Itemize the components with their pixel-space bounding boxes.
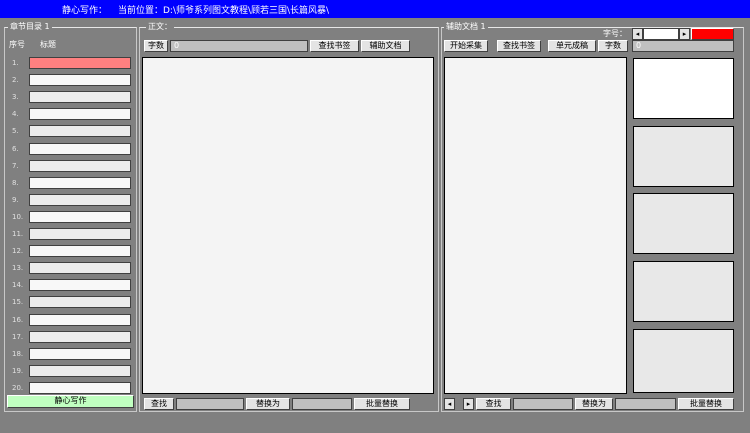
main-replace-with-button[interactable]: 替换为 — [246, 398, 290, 410]
chapter-row-number: 3. — [12, 93, 19, 101]
cell-edit-button[interactable]: 单元成稿 — [548, 40, 596, 52]
chapter-title-input[interactable] — [29, 74, 131, 86]
chapter-row-number: 7. — [12, 162, 19, 170]
chapter-title-input[interactable] — [29, 296, 131, 308]
chapter-title-input[interactable] — [29, 382, 131, 394]
chapter-row-number: 19. — [12, 367, 24, 375]
chapter-row-number: 10. — [12, 213, 24, 221]
chapter-title-input[interactable] — [29, 57, 131, 69]
aux-find-button[interactable]: 查找 — [476, 398, 511, 410]
chapter-title-input[interactable] — [29, 108, 131, 120]
chapter-title-input[interactable] — [29, 177, 131, 189]
write-button[interactable]: 静心写作 — [7, 395, 134, 408]
font-size-label: 字号： — [603, 29, 627, 38]
aux-thumbnail-1[interactable] — [633, 58, 734, 119]
main-find-input[interactable] — [176, 398, 244, 410]
chapter-row-number: 13. — [12, 264, 24, 272]
chapter-row-number: 14. — [12, 281, 24, 289]
chapter-title-input[interactable] — [29, 331, 131, 343]
chapter-row-number: 2. — [12, 76, 19, 84]
main-text-editor[interactable] — [142, 57, 434, 394]
chapter-row-number: 8. — [12, 179, 19, 187]
aux-replace-with-button[interactable]: 替换为 — [575, 398, 613, 410]
chapter-title-input[interactable] — [29, 314, 131, 326]
aux-thumbnail-3[interactable] — [633, 193, 734, 254]
chapter-title-input[interactable] — [29, 211, 131, 223]
chapter-row-number: 5. — [12, 127, 19, 135]
main-wordcount-field: 0 — [170, 40, 308, 52]
chapter-row-number: 4. — [12, 110, 19, 118]
chapter-title-input[interactable] — [29, 160, 131, 172]
column-title-label: 标题 — [40, 40, 56, 49]
exit-button[interactable]: 退出 — [691, 28, 734, 40]
app-title: 静心写作： — [62, 6, 108, 16]
aux-thumbnail-2[interactable] — [633, 126, 734, 187]
main-find-bookmark-button[interactable]: 查找书签 — [310, 40, 359, 52]
chapter-title-input[interactable] — [29, 194, 131, 206]
main-wordcount-button[interactable]: 字数 — [144, 40, 168, 52]
aux-wordcount-button[interactable]: 字数 — [598, 40, 628, 52]
aux-wordcount-field: 0 — [632, 40, 734, 52]
chapter-list-legend: 章节目录 1 — [8, 22, 52, 32]
chapter-title-input[interactable] — [29, 262, 131, 274]
chapter-row-number: 12. — [12, 247, 24, 255]
chapter-title-input[interactable] — [29, 348, 131, 360]
aux-find-bookmark-button[interactable]: 查找书签 — [497, 40, 541, 52]
main-aux-doc-button[interactable]: 辅助文档 — [361, 40, 410, 52]
aux-doc-editor[interactable] — [444, 57, 627, 394]
current-path: 当前位置：D:\师爷系列图文教程\顾若三国\长篇风暴\ — [118, 6, 330, 16]
chapter-row-number: 9. — [12, 196, 19, 204]
chapter-row-number: 6. — [12, 145, 19, 153]
chapter-title-input[interactable] — [29, 245, 131, 257]
chapter-title-input[interactable] — [29, 365, 131, 377]
main-text-legend: 正文： — [146, 22, 174, 32]
chapter-row-number: 20. — [12, 384, 24, 392]
aux-thumbnail-4[interactable] — [633, 261, 734, 322]
chapter-title-input[interactable] — [29, 143, 131, 155]
aux-batch-replace-button[interactable]: 批量替换 — [678, 398, 734, 410]
chapter-row-number: 1. — [12, 59, 19, 67]
aux-next-arrow-icon[interactable]: ▸ — [463, 398, 474, 410]
font-size-track[interactable] — [643, 28, 679, 40]
chapter-title-input[interactable] — [29, 125, 131, 137]
chapter-row-number: 17. — [12, 333, 24, 341]
aux-find-input[interactable] — [513, 398, 573, 410]
start-collect-button[interactable]: 开始采集 — [444, 40, 488, 52]
aux-doc-legend: 辅助文档 1 — [444, 22, 488, 32]
column-index-label: 序号 — [9, 40, 25, 49]
main-find-button[interactable]: 查找 — [144, 398, 174, 410]
chapter-title-input[interactable] — [29, 91, 131, 103]
chapter-title-input[interactable] — [29, 228, 131, 240]
chapter-title-input[interactable] — [29, 279, 131, 291]
aux-prev-arrow-icon[interactable]: ◂ — [444, 398, 455, 410]
chapter-row-number: 18. — [12, 350, 24, 358]
aux-thumbnail-5[interactable] — [633, 329, 734, 393]
font-size-right-arrow-icon[interactable]: ▸ — [679, 28, 690, 40]
chapter-row-number: 15. — [12, 298, 24, 306]
chapter-row-number: 16. — [12, 316, 24, 324]
chapter-row-number: 11. — [12, 230, 24, 238]
main-replace-input[interactable] — [292, 398, 352, 410]
main-batch-replace-button[interactable]: 批量替换 — [354, 398, 410, 410]
title-bar: 静心写作： 当前位置：D:\师爷系列图文教程\顾若三国\长篇风暴\ — [0, 0, 750, 18]
aux-replace-input[interactable] — [615, 398, 676, 410]
font-size-left-arrow-icon[interactable]: ◂ — [632, 28, 643, 40]
